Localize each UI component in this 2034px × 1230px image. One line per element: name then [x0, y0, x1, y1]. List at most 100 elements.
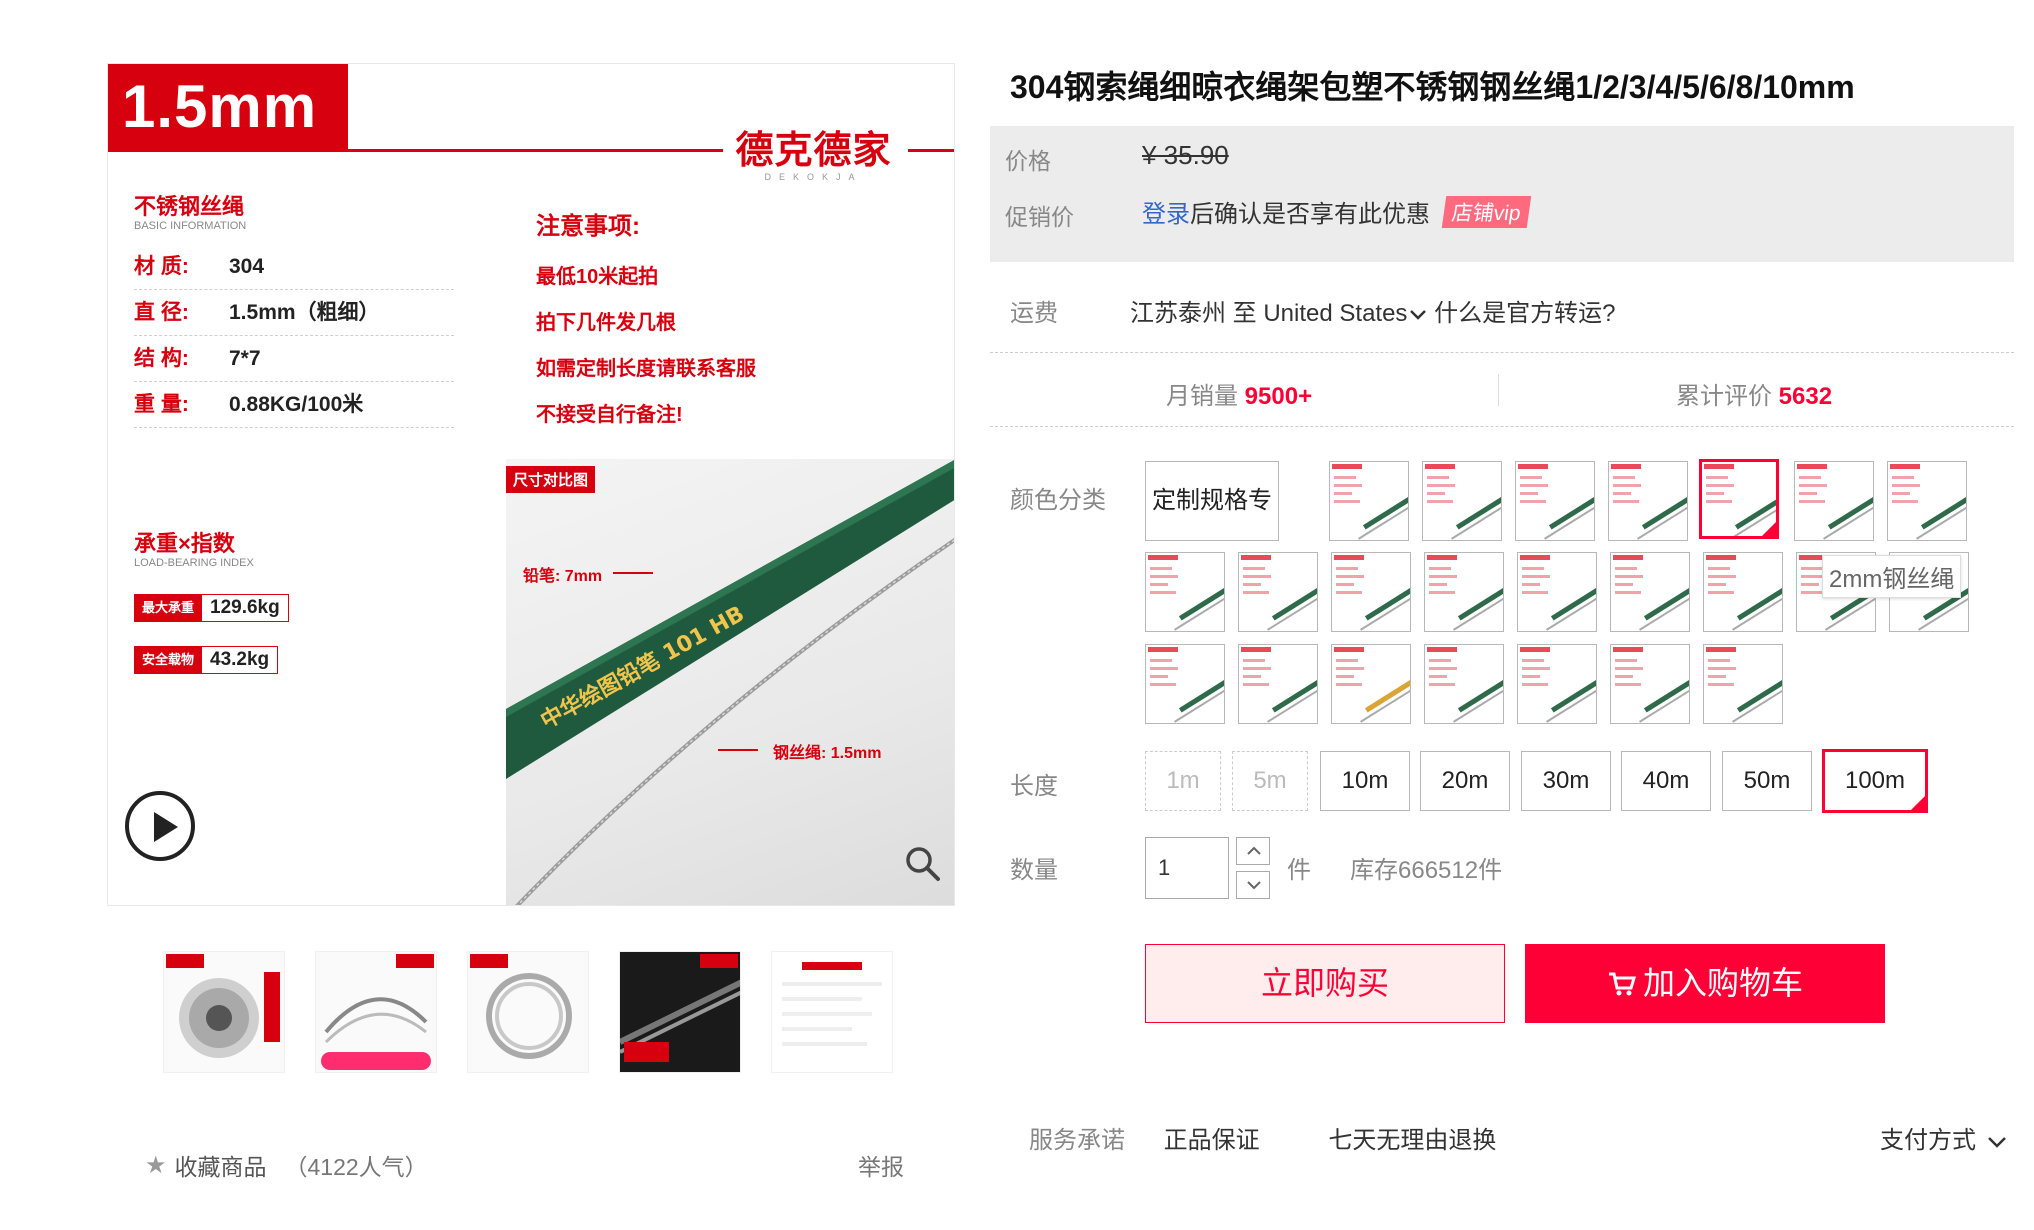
- shipping-to: 至: [1232, 300, 1257, 327]
- length-option-10m[interactable]: 10m: [1320, 751, 1410, 811]
- service-label: 服务承诺: [1029, 1127, 1125, 1154]
- price-label: 价格: [1005, 148, 1051, 174]
- service-item-genuine[interactable]: 正品保证: [1164, 1127, 1260, 1154]
- shipping-info: 江苏泰州 至 United States 什么是官方转运?: [1130, 293, 1615, 328]
- color-option-custom[interactable]: 定制规格专拍: [1145, 461, 1279, 592]
- selected-check-icon: [1910, 795, 1926, 811]
- length-option-40m[interactable]: 40m: [1621, 751, 1711, 811]
- length-option-50m[interactable]: 50m: [1722, 751, 1812, 811]
- total-reviews[interactable]: 累计评价 5632: [1676, 376, 1832, 411]
- color-swatch[interactable]: [1703, 552, 1783, 632]
- thumbnail[interactable]: [467, 951, 589, 1073]
- color-swatch[interactable]: [1794, 461, 1874, 541]
- zoom-icon[interactable]: [903, 844, 943, 884]
- notice-item: 最低10米起拍: [536, 266, 659, 288]
- quantity-decrease-button[interactable]: [1236, 871, 1270, 899]
- length-option-1m[interactable]: 1m: [1145, 751, 1221, 811]
- size-banner: 1.5mm: [108, 64, 348, 149]
- service-promise: 服务承诺 正品保证 七天无理由退换: [1029, 1120, 1496, 1155]
- basic-info-subtitle: BASIC INFORMATION: [134, 220, 247, 232]
- thumbnail[interactable]: [771, 951, 893, 1073]
- notice-item: 不接受自行备注!: [536, 404, 683, 426]
- login-link[interactable]: 登录: [1142, 201, 1190, 228]
- color-swatch[interactable]: [1610, 552, 1690, 632]
- thumbnail[interactable]: [619, 951, 741, 1073]
- load-index-title: 承重×指数: [134, 531, 235, 556]
- color-swatch[interactable]: [1331, 644, 1411, 724]
- reviews-value: 5632: [1778, 383, 1833, 410]
- add-to-cart-button[interactable]: 加入购物车: [1525, 944, 1885, 1023]
- load-row: 安全载物 43.2kg: [134, 644, 279, 676]
- chevron-down-icon: [1247, 881, 1261, 890]
- length-option-5m[interactable]: 5m: [1232, 751, 1308, 811]
- load-label: 安全载物: [134, 646, 203, 674]
- service-item-return[interactable]: 七天无理由退换: [1328, 1127, 1496, 1154]
- quantity-input[interactable]: [1145, 837, 1229, 899]
- color-swatch[interactable]: [1517, 644, 1597, 724]
- original-price: ¥ 35.90: [1142, 140, 1229, 170]
- color-swatch[interactable]: [1329, 461, 1409, 541]
- chevron-down-icon: [1987, 1137, 2006, 1148]
- promo-line: 登录后确认是否享有此优惠 店铺vip: [1142, 194, 1532, 229]
- vip-badge: 店铺vip: [1441, 196, 1532, 228]
- spec-value: 0.88KG/100米: [229, 393, 364, 416]
- color-swatch[interactable]: [1145, 552, 1225, 632]
- star-icon: ★: [145, 1151, 167, 1179]
- annotation-line: [613, 572, 653, 574]
- thumbnail[interactable]: [163, 951, 285, 1073]
- color-swatch[interactable]: [1238, 644, 1318, 724]
- load-value: 129.6kg: [202, 594, 289, 622]
- spec-row: 直 径: 1.5mm（粗细）: [134, 290, 454, 336]
- length-option-100m[interactable]: 100m: [1822, 749, 1928, 813]
- spec-key: 重 量:: [134, 393, 189, 416]
- length-option-20m[interactable]: 20m: [1420, 751, 1510, 811]
- color-swatch[interactable]: [1515, 461, 1595, 541]
- monthly-sales-value: 9500+: [1244, 383, 1313, 410]
- promo-text: 后确认是否享有此优惠: [1190, 201, 1430, 228]
- length-option-30m[interactable]: 30m: [1521, 751, 1611, 811]
- color-swatch[interactable]: [1887, 461, 1967, 541]
- notice-item: 拍下几件发几根: [536, 312, 676, 334]
- play-video-button[interactable]: [125, 791, 195, 861]
- thumbnail[interactable]: [315, 951, 437, 1073]
- spec-key: 结 构:: [134, 347, 189, 370]
- brand-logo: 德克德家 DEKOKJA: [726, 119, 901, 182]
- shipping-label: 运费: [1010, 300, 1058, 327]
- divider: [990, 352, 2014, 353]
- color-swatch[interactable]: [1517, 552, 1597, 632]
- spec-row: 材 质: 304: [134, 244, 454, 290]
- country-select[interactable]: United States: [1263, 300, 1427, 327]
- promo-price-label: 促销价: [1005, 204, 1074, 230]
- size-compare-tag: 尺寸对比图: [506, 466, 596, 493]
- favorite-button[interactable]: ★ 收藏商品 （4122人气）: [145, 1148, 428, 1182]
- color-swatch[interactable]: [1145, 644, 1225, 724]
- payment-methods-label: 支付方式: [1880, 1127, 1976, 1154]
- price-box: 价格 ¥ 35.90 促销价 登录后确认是否享有此优惠 店铺vip: [990, 126, 2014, 262]
- color-swatch[interactable]: [1608, 461, 1688, 541]
- color-swatch[interactable]: [1238, 552, 1318, 632]
- report-link[interactable]: 举报: [858, 1148, 904, 1182]
- color-swatch[interactable]: [1703, 644, 1783, 724]
- pencil-annotation: 铅笔: 7mm: [523, 568, 603, 585]
- color-swatch[interactable]: [1424, 552, 1504, 632]
- cart-icon: [1608, 972, 1637, 996]
- chevron-down-icon: [1410, 310, 1427, 320]
- load-row: 最大承重 129.6kg: [134, 592, 289, 624]
- add-to-cart-label: 加入购物车: [1642, 965, 1803, 1001]
- payment-methods-dropdown[interactable]: 支付方式: [1880, 1120, 2007, 1155]
- favorite-label: 收藏商品: [174, 1154, 267, 1180]
- main-product-image[interactable]: 1.5mm 德克德家 DEKOKJA 不锈钢丝绳 BASIC INFORMATI…: [107, 63, 955, 906]
- color-swatch[interactable]: [1699, 459, 1779, 539]
- favorite-count: （4122人气）: [284, 1154, 428, 1180]
- spec-value: 7*7: [229, 347, 261, 370]
- swatch-tooltip: 2mm钢丝绳: [1822, 555, 1962, 598]
- quantity-increase-button[interactable]: [1236, 837, 1270, 865]
- color-swatch[interactable]: [1331, 552, 1411, 632]
- color-swatch[interactable]: [1422, 461, 1502, 541]
- transfer-link[interactable]: 什么是官方转运?: [1434, 300, 1615, 327]
- color-swatch[interactable]: [1610, 644, 1690, 724]
- monthly-sales-label: 月销量: [1166, 383, 1238, 410]
- color-swatch[interactable]: [1424, 644, 1504, 724]
- color-label: 颜色分类: [1010, 487, 1106, 514]
- buy-now-button[interactable]: 立即购买: [1145, 944, 1505, 1023]
